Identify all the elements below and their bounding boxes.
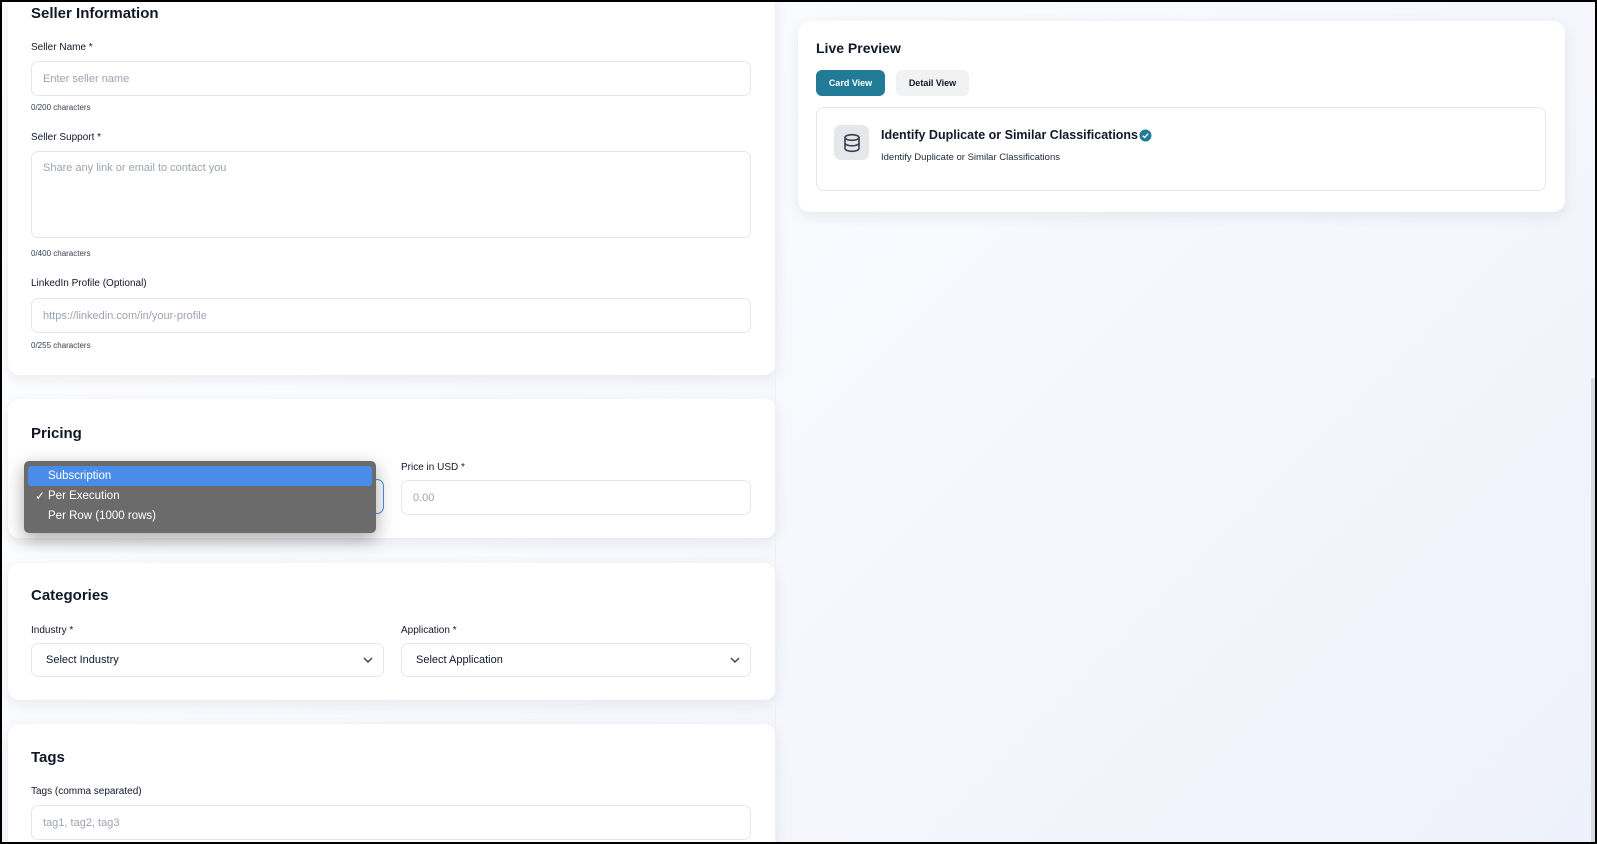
linkedin-counter: 0/255 characters — [31, 341, 91, 350]
product-title: Identify Duplicate or Similar Classifica… — [881, 128, 1139, 142]
categories-card: Categories Industry * Select Industry Ap… — [8, 563, 776, 700]
live-preview-title: Live Preview — [816, 40, 901, 56]
industry-select-value: Select Industry — [46, 654, 119, 666]
product-subtitle: Identify Duplicate or Similar Classifica… — [881, 152, 1060, 163]
tags-card: Tags Tags (comma separated) — [8, 724, 776, 844]
tags-title: Tags — [31, 749, 65, 766]
industry-label: Industry * — [31, 625, 74, 636]
application-select-value: Select Application — [416, 654, 503, 666]
tab-detail-view[interactable]: Detail View — [896, 70, 969, 96]
dropdown-option-per-row[interactable]: Per Row (1000 rows) — [28, 506, 372, 526]
seller-support-label: Seller Support * — [31, 132, 102, 143]
product-icon-tile — [834, 125, 869, 160]
database-icon — [843, 133, 860, 152]
dropdown-option-label: Subscription — [48, 470, 112, 482]
linkedin-label: LinkedIn Profile (Optional) — [31, 278, 147, 289]
linkedin-input[interactable] — [31, 298, 751, 333]
column-divider — [775, 0, 776, 844]
preview-product-card[interactable]: Identify Duplicate or Similar Classifica… — [816, 107, 1546, 191]
industry-select[interactable]: Select Industry — [31, 643, 384, 677]
tags-label: Tags (comma separated) — [31, 786, 142, 797]
verified-check-icon — [1139, 129, 1152, 142]
tags-input[interactable] — [31, 805, 751, 840]
seller-name-input[interactable] — [31, 61, 751, 96]
application-label: Application * — [401, 625, 457, 636]
seller-name-counter: 0/200 characters — [31, 103, 91, 112]
chevron-down-icon — [363, 657, 373, 663]
application-select[interactable]: Select Application — [401, 643, 751, 677]
chevron-down-icon — [730, 657, 740, 663]
page-scrollbar[interactable] — [1591, 378, 1595, 844]
dropdown-option-label: Per Row (1000 rows) — [48, 510, 157, 522]
pricing-model-dropdown[interactable]: Subscription ✓ Per Execution Per Row (10… — [24, 461, 376, 533]
dropdown-option-per-execution[interactable]: ✓ Per Execution — [28, 486, 372, 506]
seller-info-card: Seller Information Seller Name * 0/200 c… — [8, 0, 776, 375]
seller-support-counter: 0/400 characters — [31, 249, 91, 258]
checkmark-icon: ✓ — [35, 489, 46, 503]
live-preview-card: Live Preview Card View Detail View Ident… — [798, 21, 1565, 212]
dropdown-option-label: Per Execution — [48, 490, 120, 502]
price-input[interactable] — [401, 480, 751, 515]
categories-title: Categories — [31, 587, 109, 604]
tab-card-view[interactable]: Card View — [816, 70, 885, 96]
dropdown-option-subscription[interactable]: Subscription — [28, 466, 372, 486]
seller-name-label: Seller Name * — [31, 42, 93, 53]
seller-info-title: Seller Information — [31, 5, 159, 22]
pricing-title: Pricing — [31, 425, 82, 442]
seller-support-textarea[interactable] — [31, 151, 751, 238]
price-label: Price in USD * — [401, 462, 465, 473]
